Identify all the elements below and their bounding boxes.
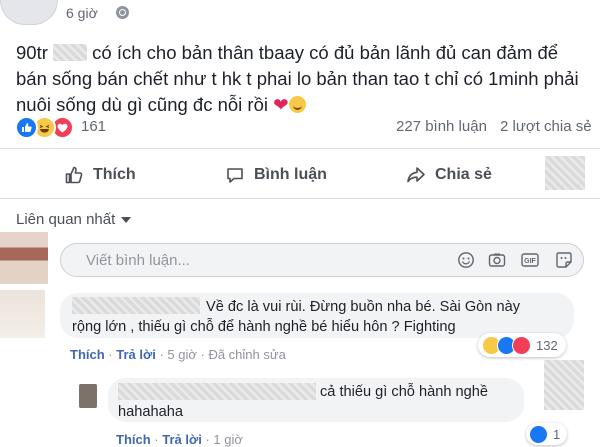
heart-emoji-icon: ❤ [273, 94, 289, 115]
comment-reaction-count: 132 [536, 337, 558, 353]
comment-reaction-count: 1 [553, 426, 561, 442]
share-count-link[interactable]: 2 lượt chia sẻ [500, 118, 592, 135]
svg-text:GIF: GIF [524, 258, 536, 265]
comment-filter-dropdown[interactable]: Liên quan nhất [16, 211, 132, 228]
comment-time[interactable]: 1 giờ [213, 432, 243, 447]
comment-meta: Thích · Trả lời · 5 giờ · Đã chỉnh sửa [70, 347, 286, 362]
like-reaction-icon [529, 424, 548, 444]
thumbs-up-icon [65, 166, 83, 184]
comment-edited-label: Đã chỉnh sửa [208, 347, 286, 362]
comment-reactions[interactable]: 1 [526, 423, 568, 445]
camera-icon[interactable] [488, 251, 506, 269]
comment-count-link[interactable]: 227 bình luận [396, 118, 487, 135]
comment-button[interactable]: Bình luận [225, 162, 327, 188]
share-label: Chia sẻ [435, 166, 492, 183]
commenter-avatar[interactable] [79, 384, 97, 408]
filter-label: Liên quan nhất [16, 211, 116, 228]
like-label: Thích [93, 166, 136, 183]
current-user-avatar [0, 232, 48, 284]
post-text-prefix: 90tr [16, 42, 48, 63]
comment-reply-link[interactable]: Trả lời [116, 347, 156, 362]
reaction-count[interactable]: 161 [81, 118, 106, 135]
comment-reply-link[interactable]: Trả lời [162, 432, 202, 447]
post-timestamp[interactable]: 6 giờ [66, 5, 98, 21]
comment-like-link[interactable]: Thích [70, 347, 105, 362]
redacted-avatar [544, 360, 584, 410]
share-button[interactable]: Chia sẻ [406, 162, 492, 188]
like-reaction-icon[interactable] [15, 116, 38, 139]
comment-bubble-icon [227, 168, 243, 183]
commenter-avatar[interactable] [0, 290, 45, 338]
comment-input-placeholder: Viết bình luận... [86, 252, 190, 269]
comment-meta: Thích · Trả lời · 1 giờ [116, 432, 243, 447]
comment-like-link[interactable]: Thích [116, 432, 151, 447]
comment-reactions[interactable]: 132 [478, 333, 566, 357]
divider [0, 198, 600, 199]
share-arrow-icon [407, 167, 425, 183]
poster-avatar[interactable] [0, 0, 58, 25]
post-body: 90tr có ích cho bản thân tbaay có đủ bản… [16, 40, 591, 118]
smile-emoji-icon [288, 96, 306, 113]
comment-label: Bình luận [254, 166, 327, 183]
sticker-icon[interactable] [555, 251, 573, 269]
caret-down-icon [121, 216, 132, 223]
comment-time[interactable]: 5 giờ [167, 347, 197, 362]
gif-icon[interactable]: GIF [521, 251, 539, 269]
redacted-text [53, 44, 88, 61]
like-button[interactable]: Thích [64, 162, 136, 188]
divider [0, 148, 600, 149]
globe-icon [116, 6, 129, 19]
emoji-icon[interactable] [457, 251, 475, 269]
comment-text: Về đc là vui rùi. Đừng buồn nha bé. Sài … [72, 299, 521, 335]
redacted-avatar [545, 156, 585, 190]
comment-text: cả thiếu gì chỗ hành nghề hahahaha [118, 384, 488, 420]
love-reaction-icon [512, 335, 531, 355]
